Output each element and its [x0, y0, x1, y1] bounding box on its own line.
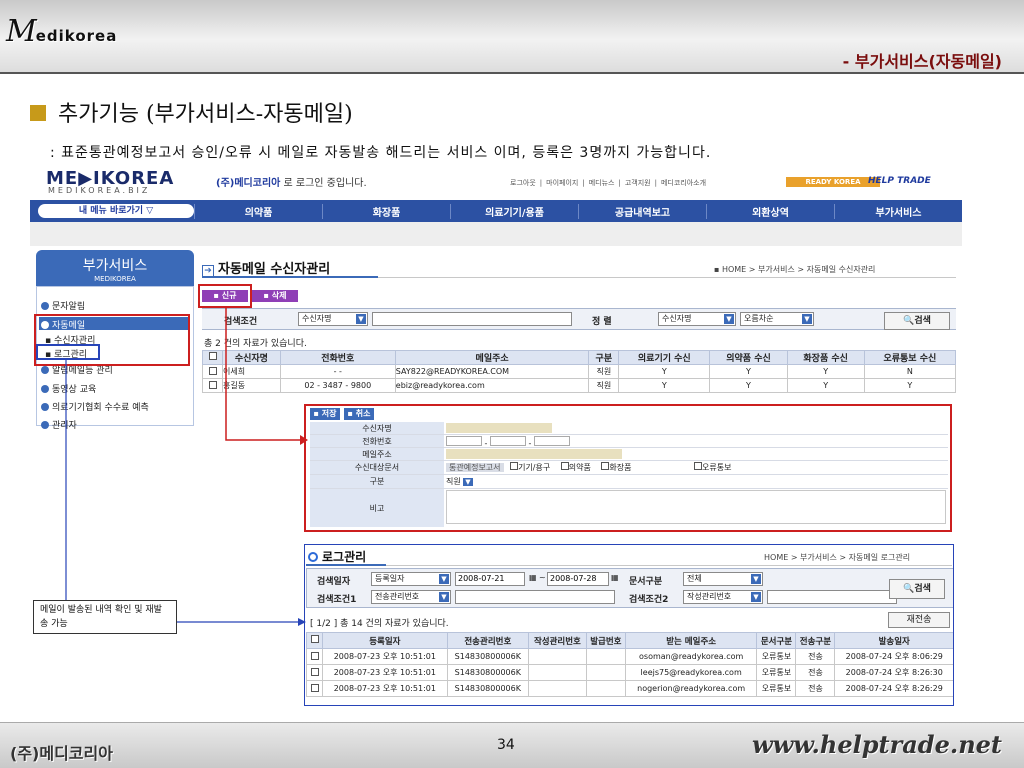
logo-text: edikorea	[35, 27, 118, 45]
header-divider	[0, 72, 1024, 74]
bullet-square-icon	[30, 105, 46, 121]
annotation-note: 메일이 발송된 내역 확인 및 재발송 가능	[33, 600, 177, 634]
red-connector	[225, 308, 300, 441]
footer-website: www.helptrade.net	[751, 730, 1002, 759]
footer-company: (주)메디코리아	[10, 744, 113, 763]
logo-mark: M	[6, 14, 37, 49]
log-section-frame	[304, 544, 954, 706]
page-number: 34	[497, 737, 515, 753]
slide-title: 추가기능 (부가서비스-자동메일)	[30, 96, 353, 128]
slide-description: : 표준통관예정보고서 승인/오류 시 메일로 자동발송 해드리는 서비스 이며…	[50, 145, 712, 161]
slide: Medikorea - 부가서비스(자동메일) 추가기능 (부가서비스-자동메일…	[0, 0, 1024, 768]
blue-connector	[65, 360, 300, 623]
red-arrowhead	[300, 435, 308, 445]
slide-subtitle: - 부가서비스(자동메일)	[842, 52, 1002, 71]
slide-title-text: 추가기능 (부가서비스-자동메일)	[58, 102, 353, 127]
medikorea-logo: Medikorea	[6, 14, 117, 49]
